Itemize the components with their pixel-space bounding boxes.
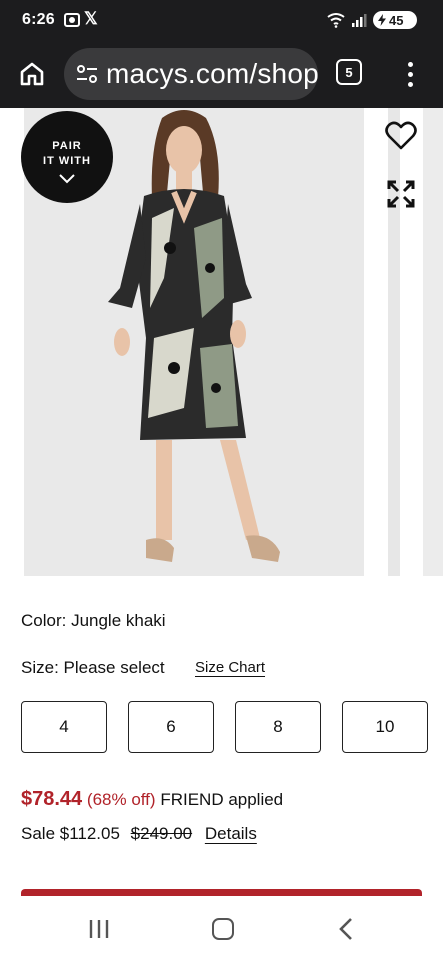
- size-chart-link[interactable]: Size Chart: [195, 659, 265, 676]
- product-gallery: PAIR IT WITH: [0, 108, 443, 578]
- next-image-peek[interactable]: [388, 108, 400, 576]
- wifi-icon: [327, 13, 345, 28]
- size-option-8[interactable]: 8: [235, 701, 321, 753]
- size-prompt: Size: Please select: [21, 658, 165, 677]
- system-nav-bar: [0, 896, 443, 960]
- home-circle-icon[interactable]: [212, 918, 234, 940]
- tabs-button[interactable]: 5: [336, 59, 362, 85]
- next-image-peek-2[interactable]: [423, 108, 443, 576]
- back-icon[interactable]: [336, 917, 356, 941]
- status-bar: 6:26 𝕏 45: [0, 0, 443, 42]
- size-option-4[interactable]: 4: [21, 701, 107, 753]
- recent-apps-icon[interactable]: [88, 919, 110, 939]
- signal-icon: [352, 14, 367, 27]
- address-bar[interactable]: macys.com/shop: [64, 48, 318, 100]
- status-indicators: 45: [327, 11, 417, 29]
- more-vert-icon[interactable]: [398, 56, 422, 92]
- browser-toolbar: macys.com/shop 5: [0, 42, 443, 108]
- size-option-10[interactable]: 10: [342, 701, 428, 753]
- size-option-6[interactable]: 6: [128, 701, 214, 753]
- tune-icon[interactable]: [76, 63, 98, 85]
- status-time: 6:26: [22, 11, 55, 28]
- battery-indicator: 45: [373, 11, 417, 29]
- pair-it-with-label: PAIR IT WITH: [43, 140, 91, 167]
- battery-charging-icon: [378, 14, 386, 26]
- sale-price: Sale $112.05: [21, 824, 120, 843]
- url-text[interactable]: macys.com/shop: [106, 58, 318, 90]
- home-icon: [20, 62, 44, 86]
- original-price: $249.00: [130, 824, 193, 843]
- screenshot-icon: [64, 13, 80, 27]
- x-logo-icon: 𝕏: [84, 9, 98, 28]
- current-price: $78.44: [21, 788, 83, 810]
- sale-line: Sale $112.05 $249.00 Details: [21, 824, 257, 844]
- heart-icon[interactable]: [385, 120, 417, 150]
- pair-it-with-button[interactable]: PAIR IT WITH: [21, 111, 113, 203]
- selected-color: Color: Jungle khaki: [21, 611, 166, 630]
- browser-home-button[interactable]: [14, 56, 50, 92]
- price-line: $78.44 (68% off) FRIEND applied: [21, 788, 283, 811]
- battery-level: 45: [389, 12, 404, 28]
- expand-icon[interactable]: [387, 180, 415, 208]
- price-details-link[interactable]: Details: [205, 824, 257, 843]
- tab-count: 5: [345, 64, 353, 80]
- discount-percent: (68% off): [86, 790, 156, 809]
- chevron-down-icon: [59, 174, 75, 184]
- promo-applied: FRIEND applied: [160, 790, 284, 809]
